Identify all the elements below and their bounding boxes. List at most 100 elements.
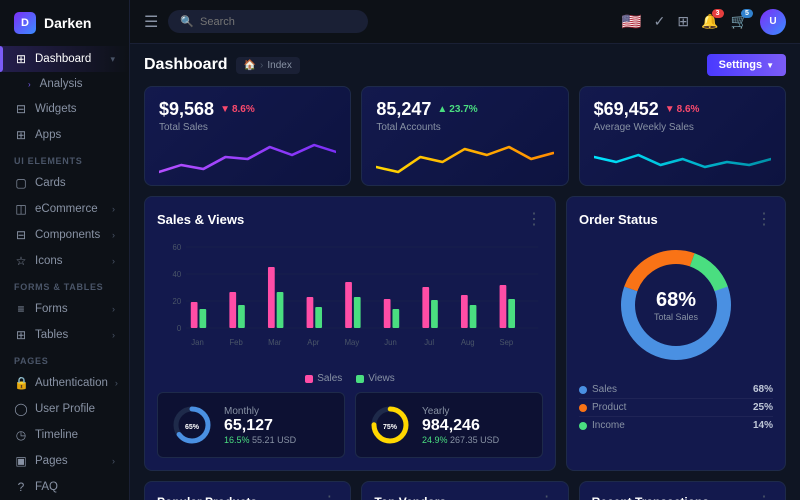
- section-pages-label: PAGES: [0, 348, 129, 370]
- legend-views-label: Views: [368, 373, 395, 384]
- icons-icon: ☆: [14, 254, 28, 268]
- sidebar-item-label: Dashboard: [35, 53, 91, 65]
- arrow-icon: ›: [115, 378, 118, 388]
- search-bar[interactable]: 🔍: [168, 10, 368, 33]
- stat-value: 85,247: [376, 99, 431, 120]
- sidebar-item-authentication[interactable]: 🔒 Authentication ›: [0, 370, 129, 396]
- sidebar-item-widgets[interactable]: ⊟ Widgets: [0, 96, 129, 122]
- order-legend: Sales 68% Product 25%: [579, 381, 773, 434]
- arrow-icon: ›: [112, 256, 115, 266]
- stat-card-total-accounts: 85,247 ▲ 23.7% Total Accounts: [361, 86, 568, 186]
- arrow-icon: ›: [112, 456, 115, 466]
- arrow-icon: ›: [112, 230, 115, 240]
- checkmark-icon[interactable]: ✓: [654, 13, 666, 30]
- arrow-down-icon: ▼: [665, 104, 675, 115]
- legend-views: Views: [356, 373, 395, 384]
- monthly-sub: 16.5% 55.21 USD: [224, 435, 296, 445]
- sidebar-item-label: Tables: [35, 329, 68, 341]
- forms-icon: ≡: [14, 302, 28, 316]
- order-label: Sales: [592, 384, 617, 395]
- popular-products-title: Popular Products: [157, 495, 257, 500]
- svg-text:20: 20: [173, 297, 182, 306]
- yearly-period: Yearly: [422, 406, 499, 417]
- order-legend-product: Product 25%: [579, 399, 773, 417]
- breadcrumb-separator: ›: [260, 60, 263, 71]
- search-input[interactable]: [200, 16, 356, 28]
- arrow-down-icon: ▼: [220, 104, 230, 115]
- settings-button[interactable]: Settings ▼: [707, 54, 786, 76]
- cart-icon[interactable]: 🛒 5: [731, 13, 748, 30]
- top-vendors-card: Top Vendors ⋮: [361, 481, 568, 500]
- faq-icon: ?: [14, 480, 28, 494]
- yearly-usd: 267.35 USD: [450, 435, 499, 445]
- hamburger-icon[interactable]: ☰: [144, 12, 158, 32]
- pct-value: 8.6%: [232, 104, 255, 115]
- yearly-value: 984,246: [422, 417, 499, 435]
- timeline-icon: ◷: [14, 428, 28, 442]
- sidebar-item-user-profile[interactable]: ◯ User Profile: [0, 396, 129, 422]
- svg-text:Mar: Mar: [268, 338, 282, 347]
- sidebar-item-tables[interactable]: ⊞ Tables ›: [0, 322, 129, 348]
- order-pct: 68%: [654, 289, 698, 312]
- nav-icons: 🇺🇸 ✓ ⊞ 🔔 3 🛒 5 U: [622, 9, 786, 35]
- arrow-up-icon: ▲: [437, 104, 447, 115]
- sidebar-item-faq[interactable]: ? FAQ: [0, 474, 129, 500]
- arrow-icon: ›: [112, 304, 115, 314]
- sales-chart-title: Sales & Views: [157, 212, 244, 227]
- page-title: Dashboard: [144, 56, 228, 74]
- yearly-sub: 24.9% 267.35 USD: [422, 435, 499, 445]
- sidebar-item-label: Apps: [35, 129, 61, 141]
- svg-text:Jan: Jan: [191, 338, 203, 347]
- sidebar-item-ecommerce[interactable]: ◫ eCommerce ›: [0, 196, 129, 222]
- sidebar-item-components[interactable]: ⊟ Components ›: [0, 222, 129, 248]
- section-forms-label: FORMS & TABLES: [0, 274, 129, 296]
- sales-dot: [305, 375, 313, 383]
- yearly-stat-card: 75% Yearly 984,246 24.9% 267.35 USD: [355, 392, 543, 458]
- yearly-stat-info: Yearly 984,246 24.9% 267.35 USD: [422, 406, 499, 445]
- views-dot: [356, 375, 364, 383]
- svg-text:Jun: Jun: [384, 338, 396, 347]
- top-vendors-title: Top Vendors: [374, 495, 446, 500]
- search-icon: 🔍: [180, 15, 194, 28]
- arrow-icon: ›: [112, 204, 115, 214]
- apps-icon: ⊞: [14, 128, 28, 142]
- order-more-icon[interactable]: ⋮: [756, 209, 773, 229]
- vendors-more-icon[interactable]: ⋮: [539, 492, 556, 500]
- breadcrumb-row: Dashboard 🏠 › Index Settings ▼: [144, 54, 786, 76]
- flag-button[interactable]: 🇺🇸: [622, 12, 642, 32]
- sidebar-item-icons[interactable]: ☆ Icons ›: [0, 248, 129, 274]
- sidebar-item-label: Widgets: [35, 103, 77, 115]
- order-label: Income: [592, 420, 625, 431]
- recent-transactions-card: Recent Transactions ⋮: [579, 481, 786, 500]
- popular-more-icon[interactable]: ⋮: [321, 492, 338, 500]
- grid-nav-icon[interactable]: ⊞: [677, 13, 689, 30]
- transactions-more-icon[interactable]: ⋮: [756, 492, 773, 500]
- sidebar-item-label: Analysis: [40, 78, 83, 90]
- sidebar-item-label: FAQ: [35, 481, 58, 493]
- sidebar-item-analysis[interactable]: › Analysis: [0, 72, 129, 96]
- sidebar-item-apps[interactable]: ⊞ Apps: [0, 122, 129, 148]
- stat-pct: ▼ 8.6%: [220, 104, 255, 115]
- sidebar-item-dashboard[interactable]: ⊞ Dashboard ▾: [0, 46, 129, 72]
- more-options-icon[interactable]: ⋮: [526, 209, 543, 229]
- main-panel: ☰ 🔍 🇺🇸 ✓ ⊞ 🔔 3 🛒 5 U: [130, 0, 800, 500]
- sidebar-item-cards[interactable]: ▢ Cards: [0, 170, 129, 196]
- svg-text:Apr: Apr: [307, 338, 319, 347]
- stat-label: Total Accounts: [376, 122, 553, 133]
- user-avatar[interactable]: U: [760, 9, 786, 35]
- monthly-value: 65,127: [224, 417, 296, 435]
- sidebar-item-forms[interactable]: ≡ Forms ›: [0, 296, 129, 322]
- recent-transactions-title: Recent Transactions: [592, 495, 709, 500]
- sidebar-logo[interactable]: D Darken: [0, 0, 129, 46]
- middle-row: Sales & Views ⋮ 60 40 20 0: [144, 196, 786, 471]
- grid-icon: ⊞: [14, 52, 28, 66]
- breadcrumb-left: Dashboard 🏠 › Index: [144, 56, 300, 74]
- pct-value: 23.7%: [449, 104, 477, 115]
- svg-text:60: 60: [173, 243, 182, 252]
- notification-bell[interactable]: 🔔 3: [701, 13, 718, 30]
- sidebar-item-timeline[interactable]: ◷ Timeline: [0, 422, 129, 448]
- sidebar-item-pages[interactable]: ▣ Pages ›: [0, 448, 129, 474]
- breadcrumb-item: Index: [267, 60, 291, 71]
- sales-views-card: Sales & Views ⋮ 60 40 20 0: [144, 196, 556, 471]
- sidebar-item-label: Cards: [35, 177, 66, 189]
